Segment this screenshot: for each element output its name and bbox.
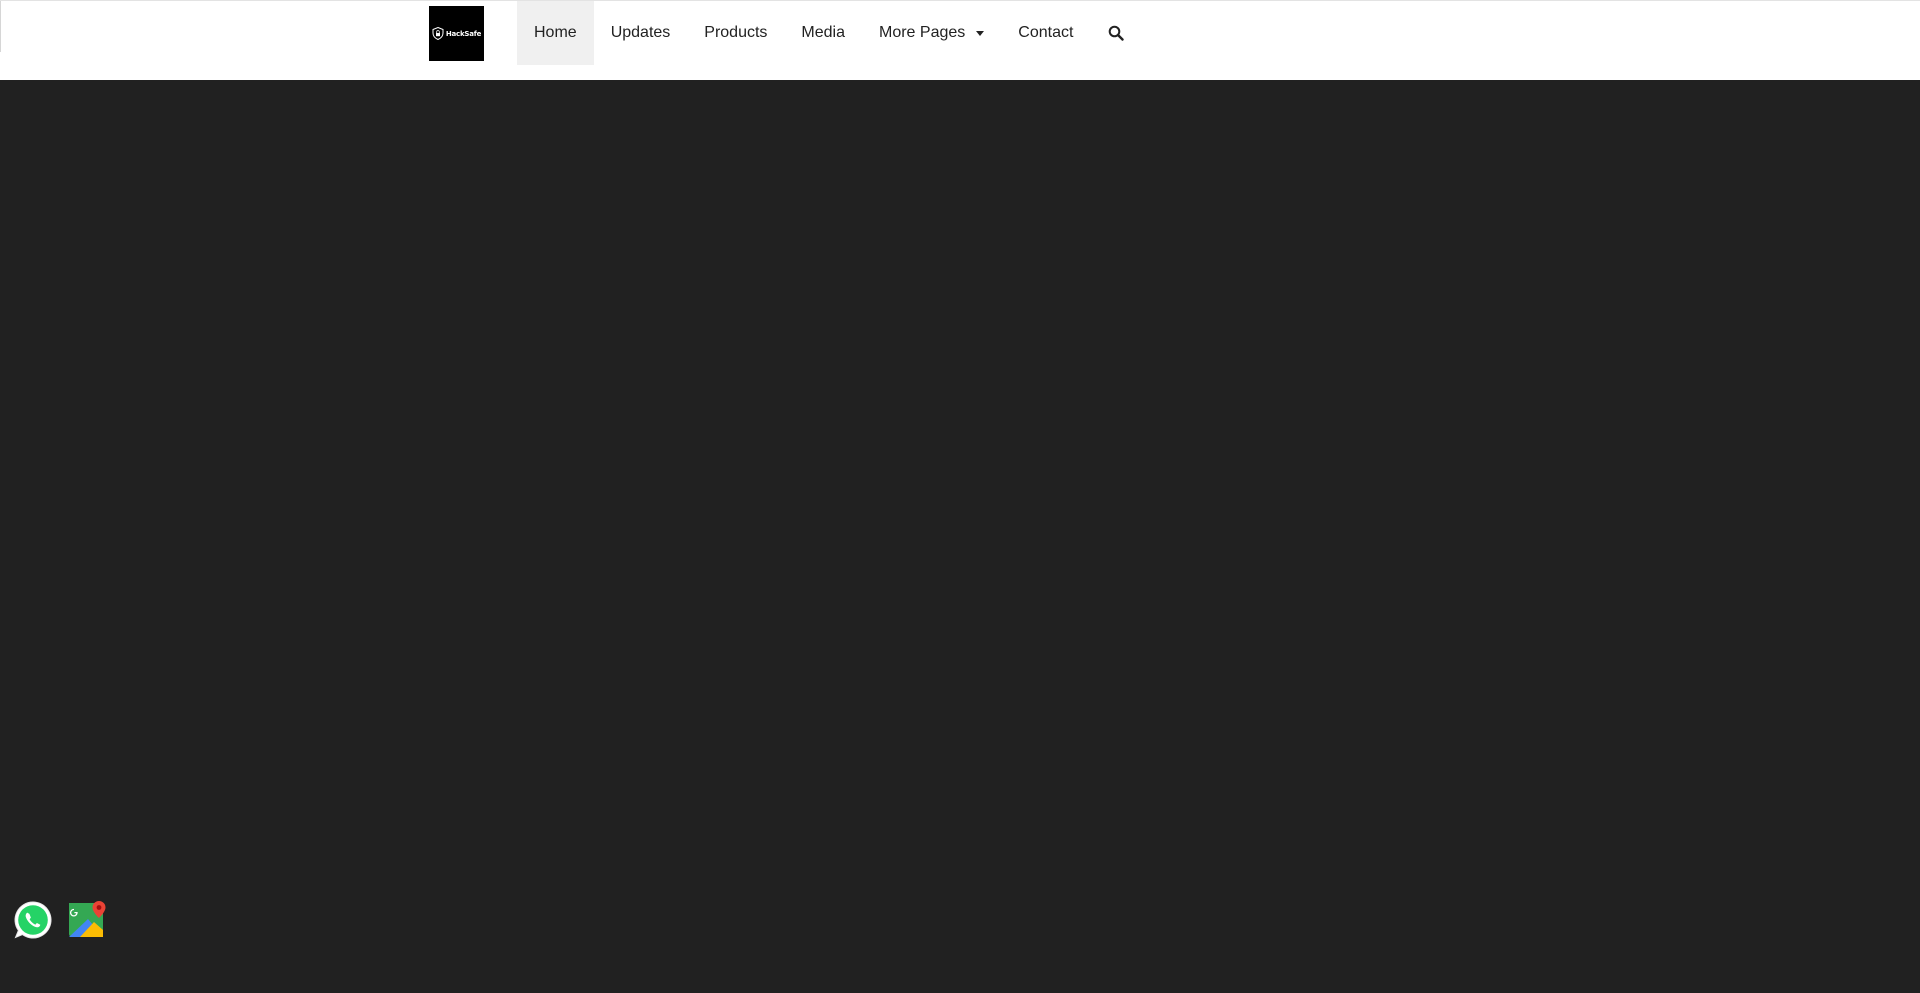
brand-logo[interactable]: HackSafe — [429, 6, 484, 61]
navbar-edge — [0, 1, 1, 52]
brand-logo-text: HackSafe — [445, 29, 482, 38]
nav-item-contact[interactable]: Contact — [1001, 1, 1090, 65]
nav-item-label: Updates — [610, 24, 671, 41]
nav-item-media[interactable]: Media — [784, 1, 862, 65]
nav-item-home[interactable]: Home — [517, 1, 594, 65]
caret-down-icon — [976, 31, 985, 36]
nav-item-label: Contact — [1018, 24, 1074, 41]
search-button[interactable] — [1090, 1, 1142, 65]
nav-item-updates[interactable]: Updates — [594, 1, 688, 65]
main-nav: Home Updates Products Media More Pages C… — [517, 1, 1142, 65]
nav-item-label: More Pages — [879, 24, 966, 41]
google-maps-button[interactable] — [68, 900, 108, 940]
whatsapp-button[interactable] — [13, 900, 53, 940]
nav-item-label: Media — [801, 24, 845, 41]
search-icon — [1109, 25, 1125, 41]
nav-item-products[interactable]: Products — [687, 1, 784, 65]
shield-lock-icon — [432, 27, 444, 40]
top-navbar: HackSafe Home Updates Products Media Mor… — [0, 0, 1920, 80]
nav-item-label: Products — [704, 24, 768, 41]
nav-item-label: Home — [534, 24, 577, 41]
google-maps-icon — [69, 901, 106, 937]
whatsapp-icon — [14, 901, 52, 939]
nav-item-more-pages[interactable]: More Pages — [862, 1, 1001, 65]
